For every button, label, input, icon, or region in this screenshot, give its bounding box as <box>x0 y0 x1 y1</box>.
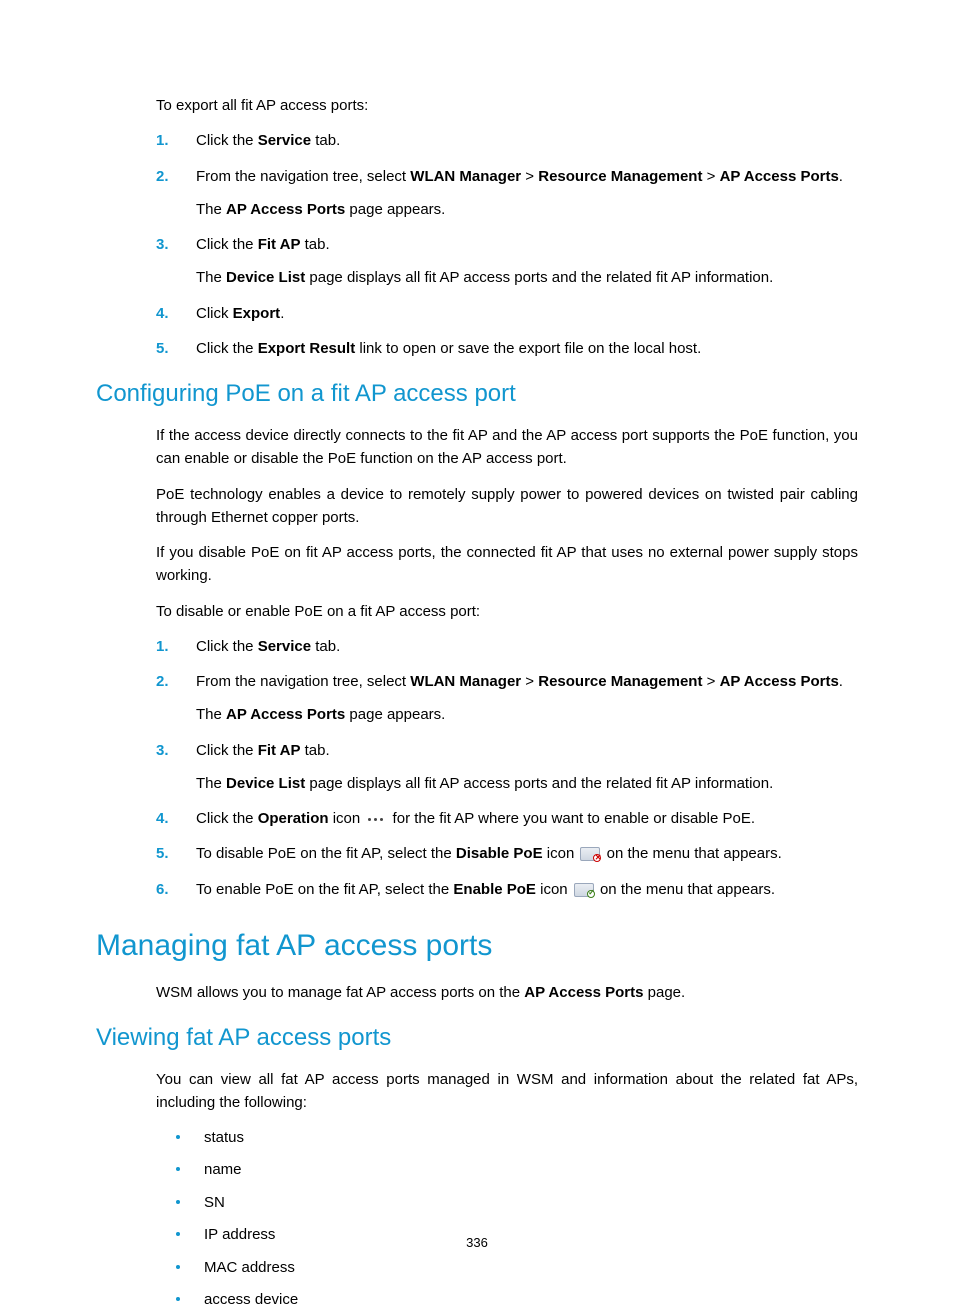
list-item: Click the Export Result link to open or … <box>156 337 858 360</box>
poe-lead: To disable or enable PoE on a fit AP acc… <box>156 600 858 623</box>
document-page: To export all fit AP access ports: Click… <box>0 0 954 1296</box>
list-item: Click the Operation icon for the fit AP … <box>156 807 858 830</box>
step-sub: The AP Access Ports page appears. <box>196 703 858 726</box>
step-sub: The Device List page displays all fit AP… <box>196 772 858 795</box>
list-item: MAC address <box>176 1257 858 1280</box>
step-text: Click the Fit AP tab. <box>196 236 330 253</box>
list-item: name <box>176 1159 858 1182</box>
list-item: Click the Service tab. <box>156 129 858 152</box>
heading-managing-fat-ap: Managing fat AP access ports <box>96 929 858 963</box>
step-text: Click the Service tab. <box>196 132 340 149</box>
step-sub: The AP Access Ports page appears. <box>196 198 858 221</box>
export-steps: Click the Service tab. From the navigati… <box>156 129 858 360</box>
step-text: Click the Operation icon for the fit AP … <box>196 810 755 827</box>
step-text: To enable PoE on the fit AP, select the … <box>196 881 775 898</box>
view-block: You can view all fat AP access ports man… <box>156 1068 858 1312</box>
poe-block: If the access device directly connects t… <box>156 424 858 901</box>
poe-para: If the access device directly connects t… <box>156 424 858 471</box>
step-text: Click the Fit AP tab. <box>196 742 330 759</box>
disable-poe-icon <box>580 847 600 861</box>
intro-block: To export all fit AP access ports: Click… <box>156 94 858 360</box>
heading-viewing-fat-ap: Viewing fat AP access ports <box>96 1024 858 1052</box>
list-item: Click Export. <box>156 302 858 325</box>
page-number: 336 <box>0 1235 954 1250</box>
poe-para: PoE technology enables a device to remot… <box>156 483 858 530</box>
intro-lead: To export all fit AP access ports: <box>156 94 858 117</box>
step-text: To disable PoE on the fit AP, select the… <box>196 845 782 862</box>
list-item: Click the Service tab. <box>156 635 858 658</box>
poe-para: If you disable PoE on fit AP access port… <box>156 541 858 588</box>
step-sub: The Device List page displays all fit AP… <box>196 266 858 289</box>
list-item: access device <box>176 1289 858 1312</box>
fat-para: WSM allows you to manage fat AP access p… <box>156 981 858 1004</box>
list-item: From the navigation tree, select WLAN Ma… <box>156 670 858 727</box>
list-item: Click the Fit AP tab. The Device List pa… <box>156 739 858 796</box>
heading-config-poe: Configuring PoE on a fit AP access port <box>96 380 858 408</box>
fat-intro: WSM allows you to manage fat AP access p… <box>156 981 858 1004</box>
list-item: To disable PoE on the fit AP, select the… <box>156 842 858 865</box>
list-item: Click the Fit AP tab. The Device List pa… <box>156 233 858 290</box>
step-text: From the navigation tree, select WLAN Ma… <box>196 673 843 690</box>
list-item: SN <box>176 1192 858 1215</box>
list-item: From the navigation tree, select WLAN Ma… <box>156 165 858 222</box>
step-text: From the navigation tree, select WLAN Ma… <box>196 168 843 185</box>
more-dots-icon <box>366 814 386 824</box>
step-text: Click the Service tab. <box>196 638 340 655</box>
step-text: Click the Export Result link to open or … <box>196 340 701 357</box>
enable-poe-icon <box>574 883 594 897</box>
list-item: To enable PoE on the fit AP, select the … <box>156 878 858 901</box>
attribute-list: status name SN IP address MAC address ac… <box>176 1127 858 1312</box>
view-para: You can view all fat AP access ports man… <box>156 1068 858 1115</box>
poe-steps: Click the Service tab. From the navigati… <box>156 635 858 901</box>
step-text: Click Export. <box>196 305 284 322</box>
list-item: status <box>176 1127 858 1150</box>
